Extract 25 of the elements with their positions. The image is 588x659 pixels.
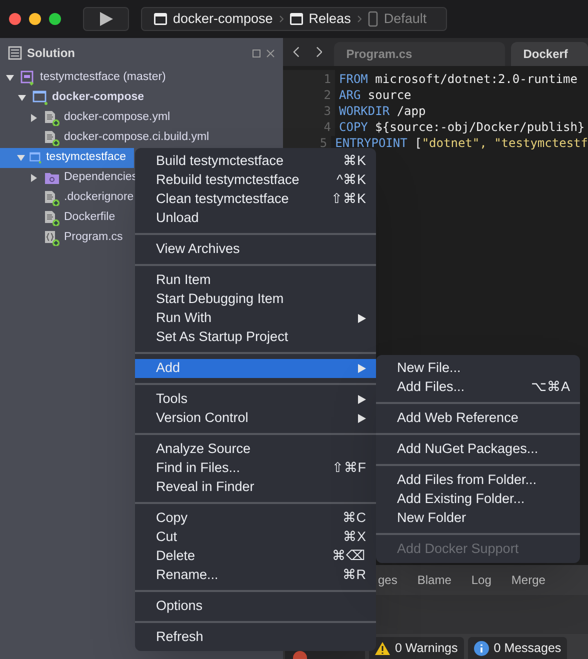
shortcut-label: ⌘C [342,509,366,528]
tree-item-label: Dockerfile [64,210,116,226]
tree-item-label: Program.cs [64,230,123,246]
tree-item-label: docker-compose [52,90,144,106]
code-line: ARG source [338,87,412,104]
code-line: WORKDIR /app [338,103,426,120]
tree-item-label: docker-compose.ci.build.yml [64,130,210,146]
tree-item-label: testymctestface (master) [40,70,166,86]
code-line: ENTRYPOINT ["dotnet", "testymctestf [334,135,588,152]
shortcut-label: ^⌘K [336,171,366,190]
code-line: COPY ${source:-obj/Docker/publish} [338,119,585,136]
shortcut-label: ⌘⌫ [332,547,366,566]
shortcut-label: ⌘K [342,152,366,170]
shortcut-label: ⇧⌘K [330,190,366,208]
pad-title: Solution [27,45,76,62]
shortcut-label: ⌘X [342,528,366,546]
tree-item-label: Dependencies [64,170,138,186]
shortcut-label: ⌘R [342,566,366,584]
tree-item-label: .dockerignore [64,190,134,206]
tree-item-label: testymctestface [46,150,126,166]
shortcut-label: ⇧⌘F [332,459,366,478]
line-number: 4 [283,118,335,136]
code-line: FROM microsoft/dotnet:2.0-runtime [338,71,578,88]
tree-item-label: docker-compose.yml [64,110,170,126]
shortcut-label: ⌥⌘A [530,378,570,396]
